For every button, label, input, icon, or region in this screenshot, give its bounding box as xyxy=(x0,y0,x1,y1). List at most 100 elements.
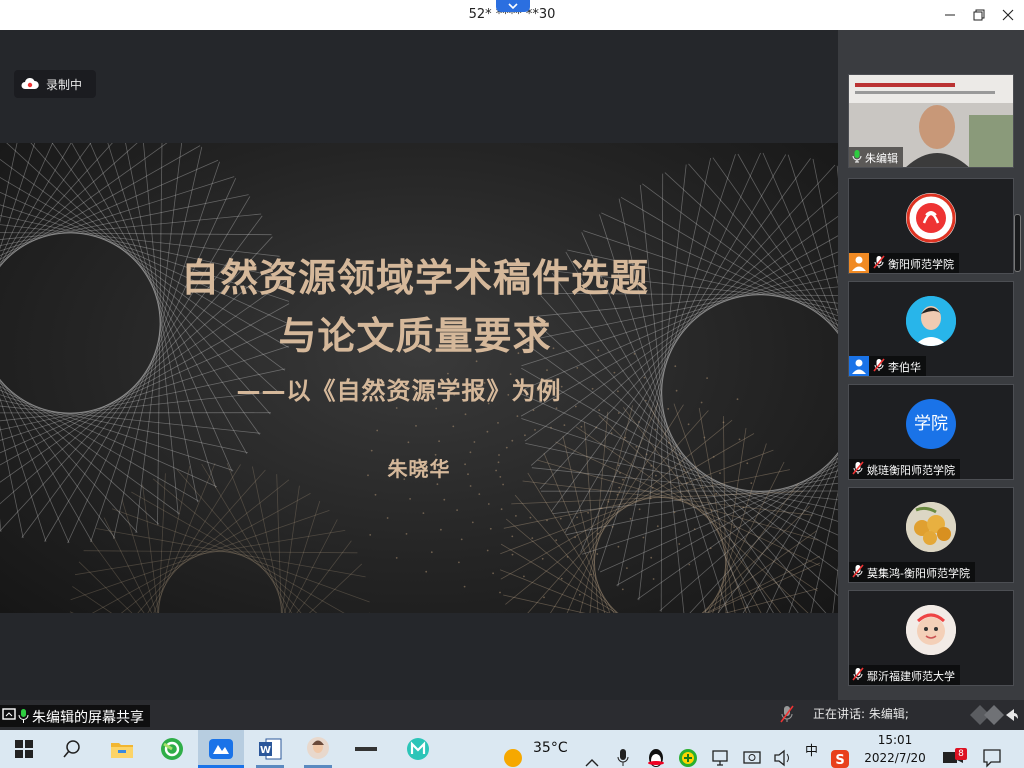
mic-off-icon xyxy=(852,461,864,475)
slide-title-line2: 与论文质量要求 xyxy=(278,314,552,358)
school-logo-icon xyxy=(906,193,956,243)
navigation-arrows-icon[interactable] xyxy=(968,703,1020,727)
clock-date: 2022/7/20 xyxy=(864,751,926,765)
restore-button[interactable] xyxy=(970,6,988,24)
notification-count-badge: 8 xyxy=(955,748,967,760)
close-icon xyxy=(1002,9,1014,21)
participant-tile[interactable]: 朱编辑 xyxy=(848,74,1014,168)
user-photo-icon xyxy=(307,737,329,759)
meeting-app-icon xyxy=(209,739,233,759)
participant-panel: 朱编辑 衡阳师范学院 李伯华 学院 姚琏衡阳师范学院 莫集鸿-衡阳师范学院 鄢沂… xyxy=(838,30,1024,700)
photo-app-button[interactable] xyxy=(304,730,332,768)
speaking-indicator: 正在讲话: 朱编辑; xyxy=(813,707,909,721)
avatar xyxy=(906,502,956,552)
participant-photo xyxy=(906,296,956,346)
recording-label: 录制中 xyxy=(46,78,83,92)
media-app-icon xyxy=(353,741,379,757)
meeting-app-button[interactable] xyxy=(198,730,244,768)
microphone-icon[interactable] xyxy=(616,739,630,768)
slide-title-line1: 自然资源领域学术稿件选题 xyxy=(180,256,649,300)
minimize-icon xyxy=(945,14,955,16)
mic-on-icon xyxy=(852,150,862,163)
windows-logo-icon xyxy=(15,740,33,758)
weather-temperature[interactable]: 35°C xyxy=(533,740,568,756)
participant-name: 衡阳师范学院 xyxy=(888,258,954,271)
collapse-toolbar-button[interactable] xyxy=(496,0,530,12)
panel-scrollbar[interactable] xyxy=(1014,214,1021,272)
maps-app-icon xyxy=(407,738,429,760)
browser-button[interactable] xyxy=(158,730,186,768)
participant-name: 姚琏衡阳师范学院 xyxy=(867,464,955,477)
participant-name: 鄢沂福建师范大学 xyxy=(867,670,955,683)
file-explorer-button[interactable] xyxy=(108,730,136,768)
windows-taskbar: W 35°C 中 S 15:01 2022/7/20 8 xyxy=(0,730,1024,768)
participant-name: 李伯华 xyxy=(888,361,921,374)
svg-text:S: S xyxy=(835,753,844,768)
screen-share-icon xyxy=(2,708,29,723)
avatar xyxy=(906,605,956,655)
mic-off-icon xyxy=(873,358,885,372)
search-icon xyxy=(63,740,80,758)
participant-name: 莫集鸿-衡阳师范学院 xyxy=(867,567,970,580)
title-bar: 52* **** **30 xyxy=(0,0,1024,30)
app-window: 52* **** **30 录制中 自然资源领域学术稿件选题 与论文质量要求 —… xyxy=(0,0,1024,768)
cloud-record-icon xyxy=(21,77,39,89)
restore-icon xyxy=(973,9,985,21)
browser-icon xyxy=(161,738,183,760)
network-icon[interactable] xyxy=(710,739,730,768)
qq-penguin-icon[interactable] xyxy=(646,739,666,768)
security-plus-icon[interactable] xyxy=(678,739,698,768)
folder-icon xyxy=(111,743,133,758)
participant-photo xyxy=(906,605,956,655)
participant-tile[interactable]: 李伯华 xyxy=(848,281,1014,377)
media-app-button[interactable] xyxy=(352,730,380,768)
user-role-icon xyxy=(849,253,869,273)
participant-nameplate: 鄢沂福建师范大学 xyxy=(849,665,960,685)
maps-app-button[interactable] xyxy=(404,730,432,768)
avatar xyxy=(906,296,956,346)
word-button[interactable]: W xyxy=(256,730,284,768)
mic-muted-icon[interactable] xyxy=(779,705,795,723)
word-icon: W xyxy=(259,738,282,760)
mic-off-icon xyxy=(852,564,864,578)
close-button[interactable] xyxy=(999,6,1017,24)
participant-tile[interactable]: 衡阳师范学院 xyxy=(848,178,1014,274)
mic-off-icon xyxy=(852,667,864,681)
recording-badge[interactable]: 录制中 xyxy=(14,70,96,98)
sogou-ime-icon[interactable]: S xyxy=(831,740,849,768)
participant-nameplate: 李伯华 xyxy=(849,356,926,376)
system-clock[interactable]: 15:01 2022/7/20 xyxy=(858,731,932,767)
chevron-down-icon xyxy=(508,3,518,10)
participant-nameplate: 衡阳师范学院 xyxy=(849,253,959,273)
participant-nameplate: 朱编辑 xyxy=(849,147,903,167)
meeting-status-bar: 朱编辑的屏幕共享 正在讲话: 朱编辑; xyxy=(0,700,1024,730)
input-method-indicator[interactable]: 中 xyxy=(805,740,818,759)
mic-off-icon xyxy=(873,255,885,269)
action-center-icon[interactable] xyxy=(982,739,1002,768)
clock-time: 15:01 xyxy=(877,733,913,747)
avatar: 学院 xyxy=(906,399,956,449)
slide-subtitle: ——以《自然资源学报》为例 xyxy=(236,377,562,405)
chevron-up-icon[interactable] xyxy=(585,744,599,768)
participant-nameplate: 莫集鸿-衡阳师范学院 xyxy=(849,562,975,582)
participant-tile[interactable]: 鄢沂福建师范大学 xyxy=(848,590,1014,686)
screen-share-label: 朱编辑的屏幕共享 xyxy=(32,710,144,726)
avatar xyxy=(906,193,956,243)
shared-screen: 录制中 自然资源领域学术稿件选题 与论文质量要求 ——以《自然资源学报》为例 朱… xyxy=(0,30,838,700)
minimize-button[interactable] xyxy=(941,6,959,24)
start-button[interactable] xyxy=(12,730,36,768)
participant-tile[interactable]: 莫集鸿-衡阳师范学院 xyxy=(848,487,1014,583)
participant-nameplate: 姚琏衡阳师范学院 xyxy=(849,459,960,479)
search-button[interactable] xyxy=(60,730,84,768)
screen-share-badge[interactable]: 朱编辑的屏幕共享 xyxy=(0,705,150,727)
svg-text:W: W xyxy=(260,745,271,756)
participant-tile[interactable]: 学院 姚琏衡阳师范学院 xyxy=(848,384,1014,480)
presentation-slide: 自然资源领域学术稿件选题 与论文质量要求 ——以《自然资源学报》为例 朱晓华 xyxy=(0,143,838,613)
user-role-icon xyxy=(849,356,869,376)
weather-sun-icon[interactable] xyxy=(503,739,523,768)
volume-icon[interactable] xyxy=(773,739,793,768)
participant-photo xyxy=(906,502,956,552)
display-icon[interactable] xyxy=(742,739,762,768)
slide-author: 朱晓华 xyxy=(387,457,451,481)
participant-name: 朱编辑 xyxy=(865,152,898,165)
